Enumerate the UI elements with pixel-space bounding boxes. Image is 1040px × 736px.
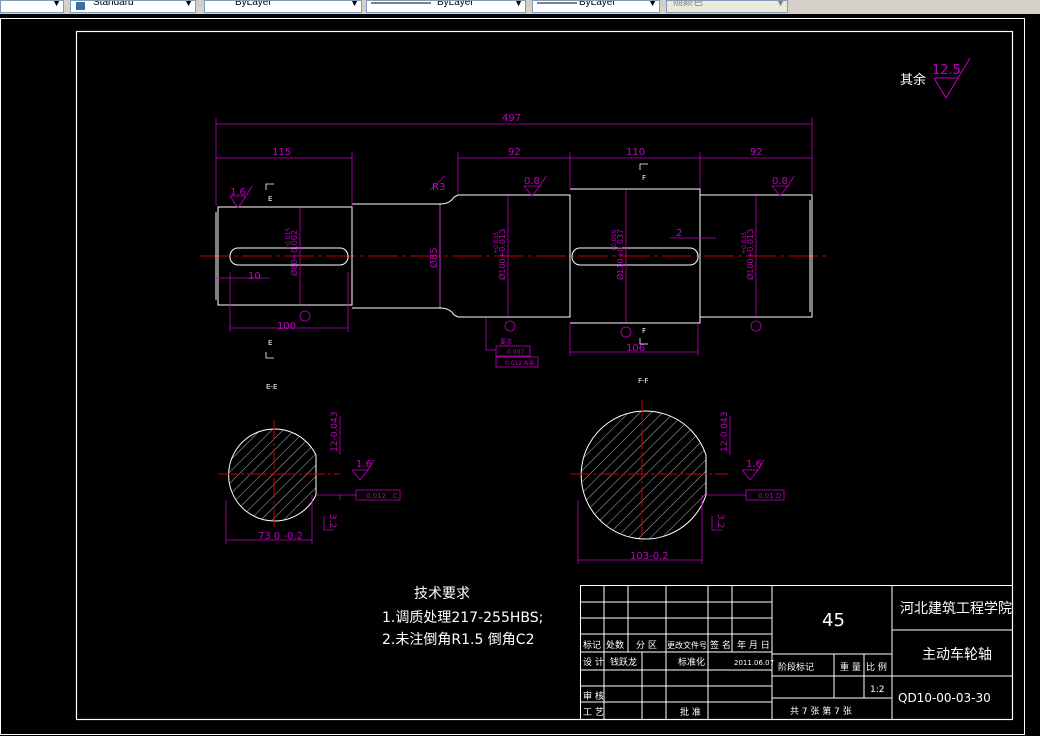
roughness-08a: 0.8 [524, 176, 540, 187]
cad-drawing: 其余 12.5 497 115 92 110 92 R3 10 100 106 … [0, 18, 1025, 735]
roughness-16b: 1.6 [356, 459, 372, 470]
roughness-16a: 1.6 [230, 187, 246, 198]
dim-total: 497 [502, 113, 521, 124]
plot-style-value: 随颜色 [673, 0, 703, 8]
tb-design: 设 计 [583, 656, 604, 668]
roughness-16c: 1.6 [746, 459, 762, 470]
tb-school: 河北建筑工程学院 [900, 601, 1012, 617]
lineweight-combo[interactable]: ByLayer ▼ [532, 0, 660, 13]
dim-2: 2 [676, 228, 682, 239]
roughness-08b: 0.8 [772, 176, 788, 187]
gdt-tol2: 0.012 [505, 360, 522, 367]
gdt-ref4: D [776, 492, 781, 500]
surface-rest-value: 12.5 [932, 63, 961, 78]
tb-part-name: 主动车轮轴 [922, 646, 992, 663]
gdt-ref: A-B [524, 360, 534, 367]
frame-border [75, 30, 1014, 721]
lineweight-preview-icon [537, 2, 577, 4]
section-mark-e-top: E [268, 195, 272, 203]
sheet-border [0, 18, 1025, 735]
dim-100: 100 [277, 321, 296, 332]
section-mark-f-top: F [642, 174, 646, 182]
chevron-down-icon: ▼ [52, 0, 61, 8]
chevron-down-icon: ▼ [648, 0, 657, 8]
section-ee-width: 12-0.043 [330, 412, 340, 452]
tb-material: 45 [822, 610, 845, 631]
gdt-ref3: C [393, 492, 398, 500]
properties-toolbar: ▼ Standard ▼ ByLayer ▼ ByLayer ▼ ByLayer… [0, 0, 1040, 15]
tb-sheets: 共 7 张 第 7 张 [790, 705, 852, 717]
dim-phi85: Ø85 [428, 247, 440, 268]
layer-value: ByLayer [235, 0, 272, 8]
tb-hdr-date: 年 月 日 [737, 639, 770, 651]
tb-process: 工 艺 [583, 707, 604, 718]
text-style-value: Standard [93, 0, 134, 8]
dim-106: 106 [626, 343, 645, 354]
tech-title: 技术要求 [414, 586, 470, 602]
dim-115: 115 [272, 147, 291, 158]
drawing-canvas[interactable]: 其余 12.5 497 115 92 110 92 R3 10 100 106 … [0, 14, 1040, 736]
dim-phi100b-upper: +0.035 [741, 232, 748, 254]
gdt-tol4: 0.01 [758, 492, 774, 500]
roughness-32b: 3.2 [715, 514, 725, 528]
section-title-ee: E-E [266, 383, 277, 391]
dim-phi110-upper: +0.059 [611, 230, 618, 252]
tb-hdr-zone: 分 区 [636, 640, 657, 651]
section-title-ff: F-F [638, 377, 649, 385]
plot-style-combo[interactable]: 随颜色 ▼ [666, 0, 788, 13]
tb-designer: 钱跃龙 [610, 656, 637, 668]
gdt-tol1: 0.007 [507, 349, 524, 356]
left-combo[interactable]: ▼ [0, 0, 64, 13]
surface-rest-label: 其余 [900, 72, 926, 88]
layer-combo[interactable]: ByLayer ▼ [204, 0, 362, 13]
tb-hdr-sign: 签 名 [710, 639, 731, 651]
tb-hdr-mark: 标记 [583, 639, 601, 651]
tb-approve: 批 准 [680, 706, 701, 718]
section-ff-depth: 103-0.2 [630, 551, 669, 562]
dim-92b: 92 [750, 147, 763, 158]
tb-design-date: 2011.06.07 [734, 659, 774, 667]
linetype-preview-icon [371, 2, 431, 4]
lineweight-value: ByLayer [579, 0, 616, 8]
dim-r3: R3 [432, 182, 445, 193]
tb-hdr-doc: 更改文件号 [667, 640, 707, 650]
tb-drawing-no: QD10-00-03-30 [898, 691, 991, 705]
section-mark-f-bottom: F [642, 327, 646, 335]
text-style-combo[interactable]: Standard ▼ [70, 0, 196, 13]
section-ff-view: 12-0.043 103-0.2 1.6 0.01 D 3.2 [570, 400, 785, 564]
linetype-combo[interactable]: ByLayer ▼ [366, 0, 526, 13]
roughness-32a: 3.2 [327, 514, 337, 528]
section-ee-view: 12-0.043 73 0 -0.2 1.6 0.012 C 3.2 [218, 412, 401, 544]
gdt-note: 要求 [500, 338, 512, 346]
tb-review: 审 核 [583, 690, 604, 702]
dim-10: 10 [248, 271, 261, 282]
chevron-down-icon: ▼ [776, 0, 785, 8]
text-style-icon [76, 2, 85, 10]
chevron-down-icon: ▼ [184, 0, 193, 8]
chevron-down-icon: ▼ [514, 0, 523, 8]
gdt-tol3: 0.012 [366, 492, 386, 500]
section-mark-e-bottom: E [268, 339, 272, 347]
roughness-symbol [933, 77, 959, 99]
dim-110: 110 [626, 147, 645, 158]
chevron-down-icon: ▼ [350, 0, 359, 8]
section-ff-width: 12-0.043 [720, 412, 730, 452]
tb-hdr-count: 处数 [606, 639, 624, 651]
section-ee-depth: 73 0 -0.2 [258, 531, 303, 542]
tb-weight: 重 量 [840, 661, 861, 673]
dim-92a: 92 [508, 147, 521, 158]
tech-line2: 2.未注倒角R1.5 倒角C2 [382, 632, 534, 648]
dim-phi100a-upper: +0.035 [493, 232, 500, 254]
dim-phi80-upper: +0.015 [285, 228, 292, 250]
linetype-value: ByLayer [437, 0, 474, 8]
tb-standard: 标准化 [678, 656, 705, 668]
color-swatch-icon [209, 2, 219, 10]
tb-ratio: 比 例 [866, 661, 887, 673]
tb-stage: 阶段标记 [778, 661, 814, 673]
tb-scale: 1:2 [870, 685, 884, 695]
tech-line1: 1.调质处理217-255HBS; [382, 610, 543, 626]
